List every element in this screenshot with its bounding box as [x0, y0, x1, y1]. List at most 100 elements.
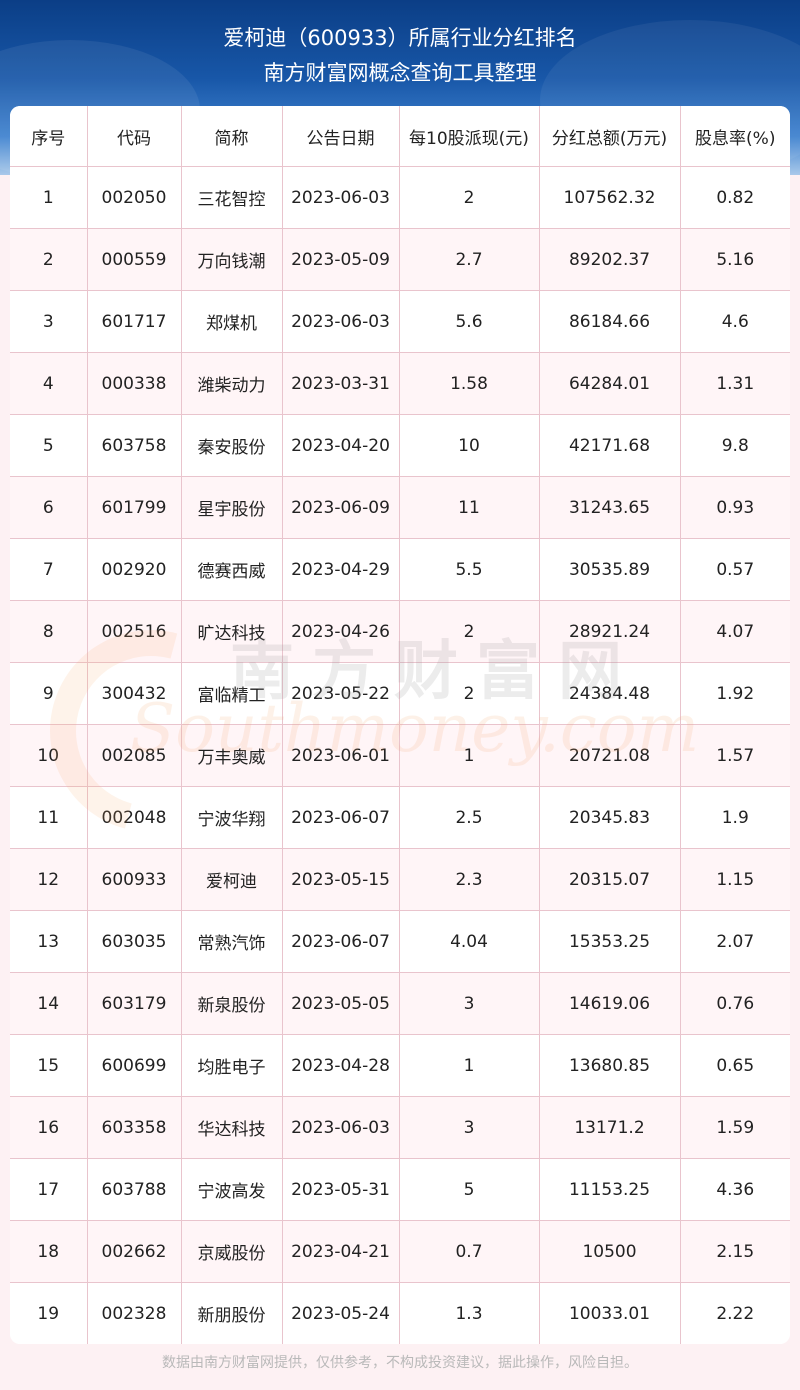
cell-announce-date: 2023-05-09: [281, 228, 400, 291]
cell-announce-date: 2023-04-21: [281, 1220, 400, 1283]
cell-cash-per-10: 2.3: [398, 848, 540, 911]
page-subtitle: 南方财富网概念查询工具整理: [263, 61, 537, 85]
cell-name: 潍柴动力: [180, 352, 283, 415]
cell-cash-per-10: 5.5: [398, 538, 540, 601]
cell-rank: 2: [10, 228, 88, 291]
cell-name: 常熟汽饰: [180, 910, 283, 973]
cell-announce-date: 2023-05-22: [281, 662, 400, 725]
cell-cash-per-10: 2: [398, 662, 540, 725]
cell-code: 002516: [86, 600, 182, 663]
cell-cash-per-10: 3: [398, 972, 540, 1035]
cell-name: 万丰奥威: [180, 724, 283, 787]
cell-announce-date: 2023-04-26: [281, 600, 400, 663]
cell-rank: 18: [10, 1220, 88, 1283]
cell-cash-per-10: 5.6: [398, 290, 540, 353]
cell-yield: 4.36: [679, 1158, 790, 1221]
cell-announce-date: 2023-06-03: [281, 290, 400, 353]
table-row: 13 603035 常熟汽饰 2023-06-07 4.04 15353.25 2.07: [10, 910, 790, 973]
table-row: 2 000559 万向钱潮 2023-05-09 2.7 89202.37 5.16: [10, 228, 790, 291]
table-row: 15 600699 均胜电子 2023-04-28 1 13680.85 0.65: [10, 1034, 790, 1097]
cell-name: 华达科技: [180, 1096, 283, 1159]
cell-yield: 0.93: [679, 476, 790, 539]
cell-code: 600933: [86, 848, 182, 911]
cell-total-dividend: 42171.68: [538, 414, 681, 477]
cell-total-dividend: 20315.07: [538, 848, 681, 911]
cell-cash-per-10: 1: [398, 1034, 540, 1097]
cell-code: 002328: [86, 1282, 182, 1344]
cell-yield: 0.76: [679, 972, 790, 1035]
cell-rank: 12: [10, 848, 88, 911]
cell-rank: 3: [10, 290, 88, 353]
table-row: 17 603788 宁波高发 2023-05-31 5 11153.25 4.36: [10, 1158, 790, 1221]
cell-total-dividend: 31243.65: [538, 476, 681, 539]
cell-rank: 17: [10, 1158, 88, 1221]
cell-cash-per-10: 2: [398, 166, 540, 229]
table-row: 12 600933 爱柯迪 2023-05-15 2.3 20315.07 1.15: [10, 848, 790, 911]
cell-announce-date: 2023-06-07: [281, 910, 400, 973]
table-body: 1 002050 三花智控 2023-06-03 2 107562.32 0.82 2 0005…: [10, 166, 790, 1344]
cell-code: 603758: [86, 414, 182, 477]
cell-total-dividend: 24384.48: [538, 662, 681, 725]
cell-announce-date: 2023-03-31: [281, 352, 400, 415]
footer-disclaimer: 数据由南方财富网提供，仅供参考，不构成投资建议，据此操作，风险自担。: [162, 1355, 638, 1371]
cell-yield: 1.92: [679, 662, 790, 725]
column-header-yield: 股息率(%): [679, 106, 790, 167]
cell-yield: 2.22: [679, 1282, 790, 1344]
cell-name: 三花智控: [180, 166, 283, 229]
cell-name: 新朋股份: [180, 1282, 283, 1344]
cell-total-dividend: 89202.37: [538, 228, 681, 291]
cell-announce-date: 2023-06-09: [281, 476, 400, 539]
cell-yield: 0.65: [679, 1034, 790, 1097]
cell-yield: 2.07: [679, 910, 790, 973]
cell-code: 000559: [86, 228, 182, 291]
cell-cash-per-10: 1.3: [398, 1282, 540, 1344]
cell-total-dividend: 13680.85: [538, 1034, 681, 1097]
cell-code: 601717: [86, 290, 182, 353]
cell-announce-date: 2023-04-29: [281, 538, 400, 601]
column-header-code: 代码: [86, 106, 182, 167]
cell-rank: 10: [10, 724, 88, 787]
cell-code: 600699: [86, 1034, 182, 1097]
cell-code: 000338: [86, 352, 182, 415]
cell-rank: 4: [10, 352, 88, 415]
table-row: 16 603358 华达科技 2023-06-03 3 13171.2 1.59: [10, 1096, 790, 1159]
dividend-ranking-table: 序号 代码 简称 公告日期 每10股派现(元) 分红总额(万元) 股息率(%) …: [10, 106, 790, 1344]
table-row: 8 002516 旷达科技 2023-04-26 2 28921.24 4.07: [10, 600, 790, 663]
cell-rank: 7: [10, 538, 88, 601]
table-row: 18 002662 京威股份 2023-04-21 0.7 10500 2.15: [10, 1220, 790, 1283]
cell-total-dividend: 86184.66: [538, 290, 681, 353]
cell-rank: 13: [10, 910, 88, 973]
cell-yield: 9.8: [679, 414, 790, 477]
column-header-cash-per-10: 每10股派现(元): [398, 106, 540, 167]
cell-name: 万向钱潮: [180, 228, 283, 291]
cell-cash-per-10: 0.7: [398, 1220, 540, 1283]
cell-name: 新泉股份: [180, 972, 283, 1035]
cell-code: 002920: [86, 538, 182, 601]
cell-rank: 1: [10, 166, 88, 229]
cell-announce-date: 2023-04-28: [281, 1034, 400, 1097]
cell-yield: 1.31: [679, 352, 790, 415]
cell-code: 002662: [86, 1220, 182, 1283]
cell-rank: 16: [10, 1096, 88, 1159]
column-header-announce-date: 公告日期: [281, 106, 400, 167]
cell-total-dividend: 11153.25: [538, 1158, 681, 1221]
cell-code: 002085: [86, 724, 182, 787]
cell-cash-per-10: 3: [398, 1096, 540, 1159]
cell-cash-per-10: 2: [398, 600, 540, 663]
cell-rank: 9: [10, 662, 88, 725]
cell-announce-date: 2023-06-01: [281, 724, 400, 787]
cell-rank: 19: [10, 1282, 88, 1344]
cell-total-dividend: 14619.06: [538, 972, 681, 1035]
cell-yield: 1.15: [679, 848, 790, 911]
cell-yield: 0.57: [679, 538, 790, 601]
cell-name: 德赛西威: [180, 538, 283, 601]
cell-rank: 5: [10, 414, 88, 477]
table-row: 19 002328 新朋股份 2023-05-24 1.3 10033.01 2.22: [10, 1282, 790, 1344]
cell-total-dividend: 20721.08: [538, 724, 681, 787]
page-title: 爱柯迪（600933）所属行业分红排名: [223, 26, 577, 50]
cell-name: 秦安股份: [180, 414, 283, 477]
cell-yield: 1.9: [679, 786, 790, 849]
table-row: 14 603179 新泉股份 2023-05-05 3 14619.06 0.76: [10, 972, 790, 1035]
cell-announce-date: 2023-06-03: [281, 166, 400, 229]
cell-code: 601799: [86, 476, 182, 539]
